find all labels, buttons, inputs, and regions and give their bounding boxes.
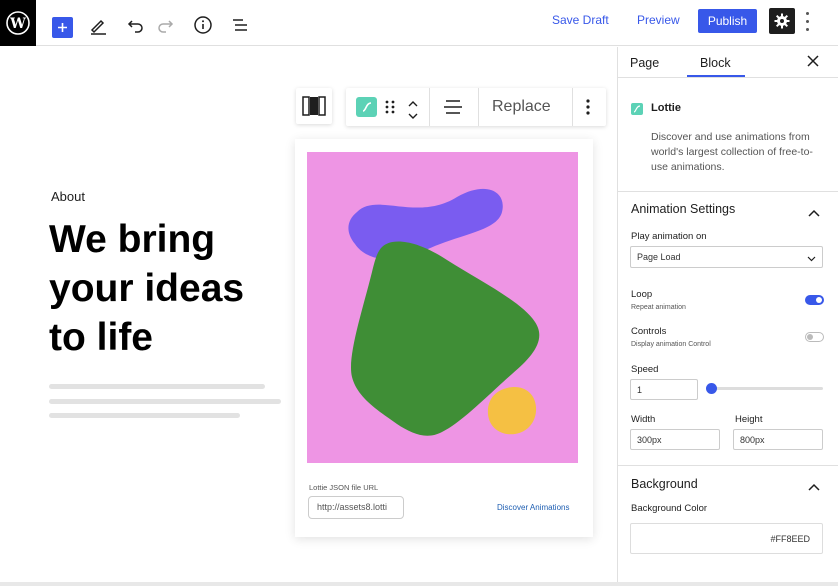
divider: [618, 465, 838, 466]
toolbar-divider: [429, 88, 430, 126]
background-color-label: Background Color: [631, 503, 708, 514]
redo-icon[interactable]: [153, 13, 177, 37]
wordpress-logo-icon[interactable]: W: [0, 0, 36, 46]
bottom-edge: [0, 582, 838, 586]
editor-canvas: About We bring your ideas to life Replac…: [0, 47, 617, 582]
headline-line: to life: [49, 316, 153, 359]
text-placeholder-line: [49, 399, 281, 404]
more-vertical-icon[interactable]: [801, 9, 813, 33]
toolbar-divider: [572, 88, 573, 126]
block-name: Lottie: [651, 102, 681, 114]
play-on-value: Page Load: [637, 252, 681, 262]
toolbar-divider: [478, 88, 479, 126]
svg-text:W: W: [9, 16, 26, 32]
speed-input[interactable]: 1: [630, 379, 698, 400]
preview-button[interactable]: Preview: [637, 13, 680, 27]
block-toolbar: Replace: [346, 88, 606, 126]
list-view-icon[interactable]: [228, 13, 252, 37]
editor-top-bar: W Save Draft Preview Publish: [0, 0, 838, 46]
lottie-animation-preview: [307, 152, 578, 463]
drag-handle-icon[interactable]: [385, 100, 395, 119]
align-icon[interactable]: [296, 88, 332, 124]
divider: [618, 77, 838, 78]
replace-button[interactable]: Replace: [492, 98, 551, 116]
close-icon[interactable]: [806, 54, 820, 68]
lottie-url-label: Lottie JSON file URL: [309, 483, 379, 492]
lottie-block-icon: [631, 103, 643, 115]
height-label: Height: [735, 414, 763, 425]
play-on-select[interactable]: Page Load: [630, 246, 823, 268]
speed-label: Speed: [631, 364, 659, 375]
save-draft-button[interactable]: Save Draft: [552, 13, 609, 27]
tab-page[interactable]: Page: [630, 56, 659, 70]
discover-animations-link[interactable]: Discover Animations: [497, 503, 569, 512]
gear-icon[interactable]: [769, 8, 795, 34]
chevron-down-icon: [807, 254, 816, 264]
chevron-up-icon[interactable]: [807, 205, 821, 217]
lottie-block-icon[interactable]: [356, 97, 377, 117]
chevron-up-icon[interactable]: [807, 479, 821, 491]
undo-icon[interactable]: [124, 13, 148, 37]
controls-label: Controls: [631, 326, 667, 337]
block-description: Discover and use animations from world's…: [651, 131, 813, 173]
lottie-block[interactable]: Lottie JSON file URL http://assets8.lott…: [295, 139, 593, 537]
justify-icon[interactable]: [443, 99, 463, 120]
toggle-knob: [816, 297, 822, 303]
more-vertical-icon[interactable]: [585, 99, 591, 120]
width-label: Width: [631, 414, 656, 425]
background-title[interactable]: Background: [631, 477, 698, 491]
controls-toggle[interactable]: [805, 332, 824, 342]
loop-label: Loop: [631, 289, 653, 300]
about-label[interactable]: About: [51, 189, 85, 204]
settings-sidebar: Page Block Lottie Discover and use anima…: [617, 47, 838, 582]
plus-icon[interactable]: [52, 17, 73, 38]
loop-help: Repeat animation: [631, 304, 686, 311]
pencil-icon[interactable]: [86, 13, 110, 37]
tab-block[interactable]: Block: [700, 56, 731, 70]
divider: [618, 191, 838, 192]
text-placeholder-line: [49, 413, 240, 418]
publish-button[interactable]: Publish: [698, 9, 757, 33]
lottie-url-input[interactable]: http://assets8.lotti: [308, 496, 404, 519]
headline-line: your ideas: [49, 267, 245, 310]
move-down-icon[interactable]: [407, 108, 419, 126]
page-headline[interactable]: We bring your ideas to life: [49, 215, 309, 362]
speed-slider-thumb[interactable]: [706, 383, 717, 394]
info-icon[interactable]: [191, 13, 215, 37]
controls-help: Display animation Control: [631, 341, 711, 348]
text-placeholder-line: [49, 384, 265, 389]
play-on-label: Play animation on: [631, 231, 707, 242]
headline-line: We bring: [49, 218, 216, 261]
toggle-knob: [807, 334, 813, 340]
speed-slider-track[interactable]: [708, 387, 823, 390]
animation-settings-title[interactable]: Animation Settings: [631, 202, 735, 216]
loop-toggle[interactable]: [805, 295, 824, 305]
background-color-input[interactable]: #FF8EED: [630, 523, 823, 554]
width-input[interactable]: 300px: [630, 429, 720, 450]
height-input[interactable]: 800px: [733, 429, 823, 450]
